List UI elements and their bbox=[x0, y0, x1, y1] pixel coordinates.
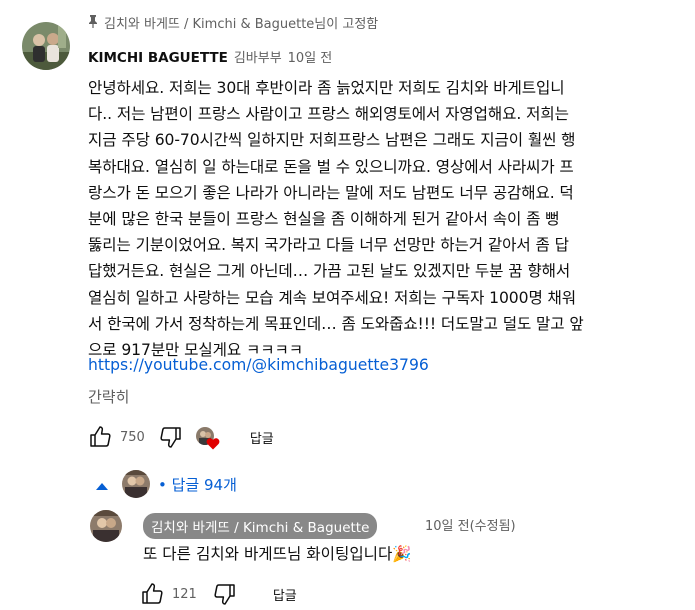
comment-line: 분에 많은 한국 분들이 프랑스 현실을 좀 이해하게 된거 같아서 속이 좀 … bbox=[88, 209, 560, 228]
reply-like-count: 121 bbox=[172, 586, 197, 602]
comment-body: 안녕하세요. 저희는 30대 후반이라 좀 늙었지만 저희도 김치와 바게트입니… bbox=[88, 75, 680, 363]
comment-actions: 750 답글 bbox=[88, 425, 274, 450]
replies-count-label: 답글 94개 bbox=[171, 475, 237, 494]
reply-author-avatar-small bbox=[122, 470, 150, 498]
reply-button[interactable]: 답글 bbox=[250, 428, 274, 447]
thumbs-up-icon bbox=[142, 583, 163, 604]
comment-author-name[interactable]: KIMCHI BAGUETTE bbox=[88, 50, 228, 66]
party-popper-icon: 🎉 bbox=[392, 545, 412, 563]
reply-text: 또 다른 김치와 바게뜨님 화이팅입니다 bbox=[143, 545, 393, 563]
reply-body: 또 다른 김치와 바게뜨님 화이팅입니다🎉 bbox=[143, 542, 412, 564]
thumbs-down-icon bbox=[160, 427, 181, 448]
comment-author-avatar[interactable] bbox=[22, 22, 70, 70]
comment-line: 답했거든요. 현실은 그게 아닌데… 가끔 고된 날도 있겠지만 두분 꿈 향해… bbox=[88, 262, 571, 281]
heart-icon bbox=[206, 435, 220, 454]
channel-link[interactable]: https://youtube.com/@kimchibaguette3796 bbox=[88, 356, 429, 374]
pin-icon bbox=[88, 14, 98, 31]
reply-like-button[interactable] bbox=[140, 582, 164, 606]
thumbs-up-icon bbox=[90, 426, 111, 447]
comment-line: 랑스가 돈 모으기 좋은 나라가 아니라는 말에 저도 남편도 너무 공감해요.… bbox=[88, 183, 574, 202]
chevron-up-icon bbox=[96, 475, 108, 494]
reply-actions: 121 답글 bbox=[140, 582, 297, 606]
creator-heart bbox=[195, 425, 222, 450]
reply-timestamp[interactable]: 10일 전(수정됨) bbox=[425, 515, 516, 534]
thumbs-down-icon bbox=[214, 584, 235, 605]
replies-toggle[interactable]: • 답글 94개 bbox=[96, 470, 237, 498]
reply-dislike-button[interactable] bbox=[213, 582, 237, 606]
pinned-text: 김치와 바게뜨 / Kimchi & Baguette님이 고정함 bbox=[104, 17, 379, 32]
like-count: 750 bbox=[120, 429, 145, 445]
reply-author-avatar[interactable] bbox=[90, 510, 122, 542]
pinned-indicator: 김치와 바게뜨 / Kimchi & Baguette님이 고정함 bbox=[88, 13, 378, 32]
reply-reply-button[interactable]: 답글 bbox=[273, 585, 297, 604]
comment-line: 뚫리는 기분이었어요. 복지 국가라고 다들 너무 선망만 하는거 같아서 좀 … bbox=[88, 236, 569, 255]
comment-line: 복하대요. 열심히 일 하는대로 돈을 벌 수 있으니까요. 영상에서 사라씨가… bbox=[88, 157, 574, 176]
comment-line: 서 한국에 가서 정착하는게 목표인데… 좀 도와줍쇼!!! 더도말고 덜도 말… bbox=[88, 314, 584, 333]
comment-line: 지금 주당 60-70시간씩 일하지만 저희프랑스 남편은 그래도 지금이 훨씬… bbox=[88, 131, 576, 150]
dislike-button[interactable] bbox=[159, 425, 183, 449]
comment-line: 열심히 일하고 사랑하는 모습 계속 보여주세요! 저희는 구독자 1000명 … bbox=[88, 288, 577, 307]
comment-line: 안녕하세요. 저희는 30대 후반이라 좀 늙었지만 저희도 김치와 바게트입니 bbox=[88, 79, 565, 97]
comment-timestamp[interactable]: 10일 전 bbox=[288, 47, 333, 66]
comment-author-handle[interactable]: 김바부부 bbox=[234, 47, 282, 66]
comment-header: KIMCHI BAGUETTE 김바부부 10일 전 bbox=[88, 47, 332, 66]
read-less-button[interactable]: 간략히 bbox=[88, 386, 129, 407]
reply-author-chip[interactable]: 김치와 바게뜨 / Kimchi & Baguette bbox=[143, 513, 378, 539]
like-button[interactable] bbox=[88, 425, 112, 449]
comment-line: 다.. 저는 남편이 프랑스 사람이고 프랑스 해외영토에서 자영업해요. 저희… bbox=[88, 105, 569, 124]
replies-count: • 답글 94개 bbox=[158, 475, 237, 494]
